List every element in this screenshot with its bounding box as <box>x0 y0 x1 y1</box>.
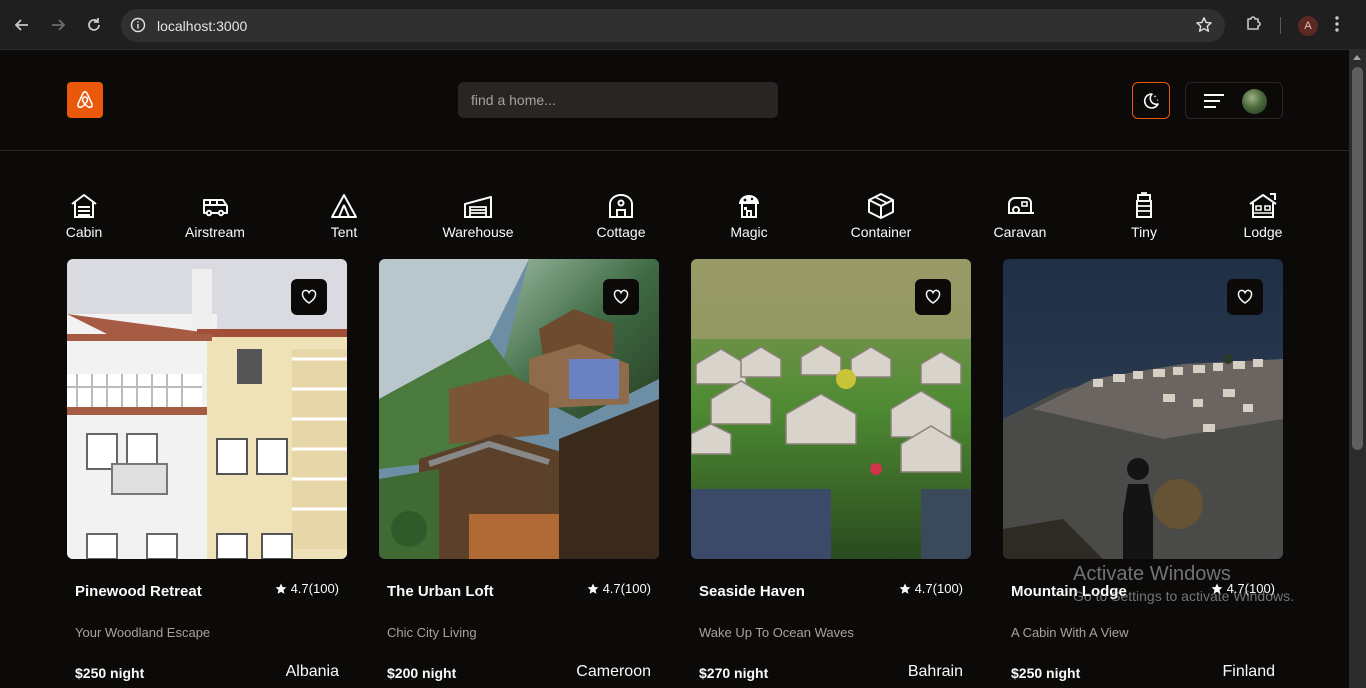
caravan-icon <box>1008 197 1034 214</box>
bookmark-star-icon[interactable] <box>1195 16 1213 34</box>
airbnb-logo-icon <box>77 90 93 109</box>
back-button[interactable] <box>10 13 34 37</box>
reload-icon <box>88 18 100 31</box>
category-label: Tent <box>330 224 358 240</box>
back-arrow-icon <box>14 19 28 31</box>
extensions-button[interactable] <box>1244 13 1264 38</box>
property-name: Pinewood Retreat <box>75 583 202 600</box>
category-label: Cabin <box>65 224 103 240</box>
category-label: Lodge <box>1243 224 1283 240</box>
profile-avatar[interactable]: A <box>1298 16 1318 36</box>
scroll-up-arrow-icon[interactable] <box>1353 55 1361 60</box>
property-name: Mountain Lodge <box>1011 583 1127 600</box>
app-header <box>0 51 1349 151</box>
heart-icon <box>613 289 629 304</box>
forward-arrow-icon <box>52 19 66 31</box>
favorite-button[interactable] <box>291 279 327 315</box>
site-info-icon[interactable] <box>130 17 146 33</box>
category-label: Tiny <box>1131 224 1157 240</box>
property-price: $200 night <box>387 665 457 681</box>
user-menu-button[interactable] <box>1185 82 1283 119</box>
category-warehouse[interactable]: Warehouse <box>433 191 523 240</box>
warehouse-icon <box>464 196 492 218</box>
property-tagline: Your Woodland Escape <box>75 625 211 640</box>
property-rating: 4.7(100) <box>1211 581 1275 596</box>
category-label: Caravan <box>993 224 1047 240</box>
moon-stars-icon <box>1143 92 1159 109</box>
favorite-button[interactable] <box>603 279 639 315</box>
category-label: Container <box>850 224 912 240</box>
property-country: Bahrain <box>907 663 963 680</box>
airstream-icon <box>203 199 228 217</box>
container-icon <box>868 193 894 219</box>
category-tiny[interactable]: Tiny <box>1099 191 1189 240</box>
property-price: $270 night <box>699 665 769 681</box>
category-bar: Cabin Airstream Tent Warehouse Cottage M… <box>0 191 1349 243</box>
rating-value: 4.7(100) <box>1226 581 1275 596</box>
category-airstream[interactable]: Airstream <box>170 191 260 240</box>
heart-icon <box>301 289 317 304</box>
category-label: Airstream <box>185 224 245 240</box>
favorite-button[interactable] <box>915 279 951 315</box>
property-tagline: Wake Up To Ocean Waves <box>699 625 854 640</box>
url-text: localhost:3000 <box>157 18 248 34</box>
star-icon <box>587 583 598 594</box>
category-label: Magic <box>730 224 768 240</box>
category-tent[interactable]: Tent <box>299 191 389 240</box>
category-cottage[interactable]: Cottage <box>576 191 666 240</box>
kebab-menu-icon <box>1335 16 1339 32</box>
property-country: Finland <box>1222 663 1275 680</box>
cabin-icon <box>71 194 97 218</box>
hamburger-menu-icon <box>1204 94 1224 108</box>
category-cabin[interactable]: Cabin <box>39 191 129 240</box>
property-name: The Urban Loft <box>387 583 494 600</box>
home-logo-button[interactable] <box>67 82 103 118</box>
tiny-icon <box>1136 192 1152 218</box>
rating-value: 4.7(100) <box>914 581 963 596</box>
property-country: Cameroon <box>576 663 651 680</box>
user-avatar <box>1242 89 1267 114</box>
category-label: Warehouse <box>442 224 514 240</box>
property-country: Albania <box>285 663 339 680</box>
browser-menu-button[interactable] <box>1334 15 1340 38</box>
toolbar-divider <box>1280 17 1281 34</box>
rating-value: 4.7(100) <box>290 581 339 596</box>
theme-toggle-button[interactable] <box>1132 82 1170 119</box>
property-name: Seaside Haven <box>699 583 805 600</box>
heart-icon <box>1237 289 1253 304</box>
star-icon <box>275 583 286 594</box>
property-rating: 4.7(100) <box>275 581 339 596</box>
category-caravan[interactable]: Caravan <box>975 191 1065 240</box>
puzzle-icon <box>1247 16 1261 30</box>
scrollbar-thumb[interactable] <box>1352 67 1363 450</box>
reload-button[interactable] <box>82 13 106 37</box>
property-rating: 4.7(100) <box>587 581 651 596</box>
address-bar[interactable]: localhost:3000 <box>121 9 1225 42</box>
page: Cabin Airstream Tent Warehouse Cottage M… <box>0 51 1349 688</box>
property-tagline: A Cabin With A View <box>1011 625 1129 640</box>
search-input[interactable] <box>458 82 778 118</box>
favorite-button[interactable] <box>1227 279 1263 315</box>
page-scrollbar[interactable] <box>1349 50 1366 688</box>
star-icon <box>899 583 910 594</box>
property-tagline: Chic City Living <box>387 625 477 640</box>
category-label: Cottage <box>596 224 646 240</box>
heart-icon <box>925 289 941 304</box>
category-container[interactable]: Container <box>836 191 926 240</box>
magic-icon <box>739 195 759 218</box>
forward-button[interactable] <box>46 13 70 37</box>
cottage-icon <box>609 194 633 218</box>
browser-toolbar: localhost:3000 A <box>0 0 1366 50</box>
star-icon <box>1211 583 1222 594</box>
property-rating: 4.7(100) <box>899 581 963 596</box>
tent-icon <box>331 194 357 218</box>
lodge-icon <box>1249 193 1277 218</box>
rating-value: 4.7(100) <box>602 581 651 596</box>
property-price: $250 night <box>1011 665 1081 681</box>
property-price: $250 night <box>75 665 145 681</box>
category-lodge[interactable]: Lodge <box>1218 191 1308 240</box>
category-magic[interactable]: Magic <box>704 191 794 240</box>
